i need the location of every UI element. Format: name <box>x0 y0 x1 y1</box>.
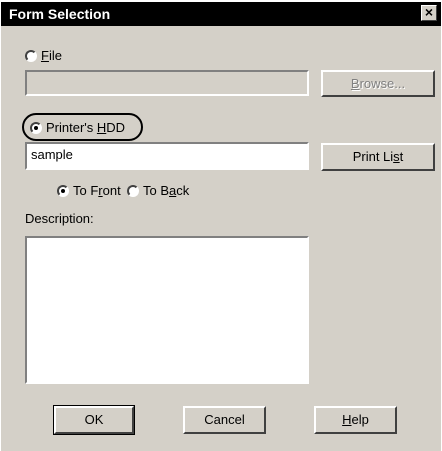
ok-button[interactable]: OK <box>53 405 135 435</box>
cancel-button[interactable]: Cancel <box>183 406 266 434</box>
description-label: Description: <box>25 211 94 226</box>
ok-button-label: OK <box>84 412 104 427</box>
file-radio[interactable]: File <box>25 48 62 63</box>
form-name-value: sample <box>31 147 73 162</box>
to-front-radio-dot[interactable] <box>57 184 69 197</box>
browse-button-label: Browse... <box>350 76 406 91</box>
file-radio-label: File <box>41 48 62 63</box>
form-name-input[interactable]: sample <box>25 142 309 170</box>
print-list-button-label: Print List <box>352 149 404 164</box>
description-box[interactable] <box>25 236 309 384</box>
to-front-radio-label: To Front <box>73 183 121 198</box>
to-back-radio-label: To Back <box>143 183 190 198</box>
close-icon: × <box>424 4 434 20</box>
printer-hdd-radio-label: Printer's HDD <box>46 120 126 135</box>
help-button[interactable]: Help <box>314 406 397 434</box>
file-path-field[interactable] <box>25 70 309 96</box>
form-selection-dialog: Form Selection × File Browse... Printer'… <box>1 2 441 451</box>
close-button[interactable]: × <box>421 5 437 21</box>
print-list-button[interactable]: Print List <box>321 143 435 171</box>
cancel-button-label: Cancel <box>204 412 245 427</box>
printer-hdd-radio-dot[interactable] <box>30 121 42 134</box>
to-front-radio[interactable]: To Front <box>57 183 121 198</box>
window-title: Form Selection <box>9 6 111 22</box>
to-back-radio-dot[interactable] <box>127 184 139 197</box>
browse-button[interactable]: Browse... <box>321 70 435 97</box>
printer-hdd-radio[interactable]: Printer's HDD <box>30 120 125 135</box>
to-back-radio[interactable]: To Back <box>127 183 189 198</box>
title-bar: Form Selection × <box>1 2 441 26</box>
file-radio-dot[interactable] <box>25 49 37 62</box>
help-button-label: Help <box>342 412 369 427</box>
